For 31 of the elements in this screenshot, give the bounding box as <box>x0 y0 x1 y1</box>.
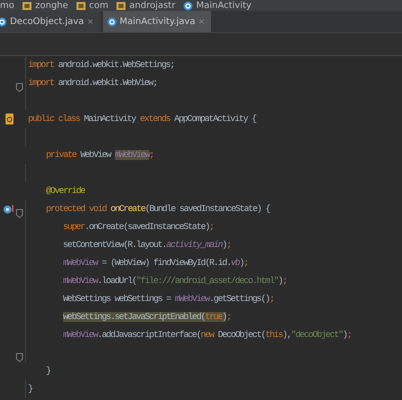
breadcrumb-item[interactable]: MainActivity <box>196 0 252 10</box>
code-line: } <box>46 365 50 378</box>
code-line: setContentView(R.layout.activity_main); <box>63 239 231 252</box>
code-line: mWebView.loadUrl("file:///android_asset/deco.html"); <box>63 275 287 288</box>
class-icon <box>0 16 7 26</box>
close-icon[interactable]: × <box>86 17 94 26</box>
folder-icon <box>76 0 86 10</box>
code-line: @Override <box>46 185 85 198</box>
code-line: private WebView mWebView; <box>46 149 154 162</box>
editor-tab[interactable]: DecoObject.java × <box>0 11 100 32</box>
folder-icon <box>22 0 32 10</box>
code-line: WebSettings webSettings = mWebView.getSettings(); <box>63 293 274 306</box>
editor-tab[interactable]: MainActivity.java × <box>102 11 211 32</box>
code-line: webSettings.setJavaScriptEnabled(true); <box>63 311 231 324</box>
code-line: import android.webkit.WebSettings; <box>28 59 174 72</box>
code-line: protected void onCreate(Bundle savedInstanceState) { <box>46 203 270 216</box>
code-line: super.onCreate(savedInstanceState); <box>63 221 214 234</box>
code-line: public class MainActivity extends AppCompatActivity { <box>28 113 256 126</box>
folder-icon <box>116 0 126 10</box>
breadcrumb-item[interactable]: com <box>89 0 108 10</box>
tab-label: DecoObject.java <box>10 16 84 26</box>
code-line: } <box>28 383 32 396</box>
breadcrumb-item[interactable]: androjastr <box>129 0 176 10</box>
class-icon <box>106 16 117 26</box>
breadcrumb-item[interactable]: zonghe <box>35 0 68 10</box>
tab-label: MainActivity.java <box>120 16 196 26</box>
code-line: mWebView = (WebView) findViewById(R.id.vb); <box>63 257 248 270</box>
code-line: mWebView.addJavascriptInterface(new DecoObject(this),"decoObject"); <box>63 329 352 342</box>
breadcrumb-item[interactable]: mo <box>0 0 14 10</box>
class-icon <box>183 0 194 10</box>
code-line: import android.webkit.WebView; <box>28 77 158 90</box>
